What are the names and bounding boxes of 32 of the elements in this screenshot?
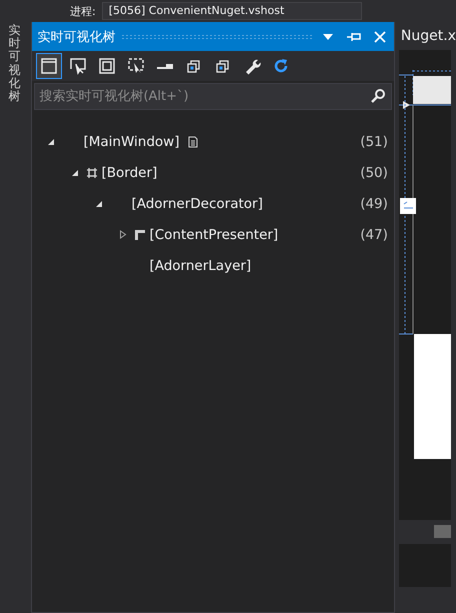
window-icon bbox=[40, 57, 58, 75]
expanded-arrow-icon[interactable] bbox=[95, 200, 104, 208]
caret-icon bbox=[322, 34, 333, 40]
tree-node-label[interactable]: [AdornerDecorator] bbox=[131, 196, 263, 212]
tree-node-label[interactable]: [AdornerLayer] bbox=[149, 258, 252, 274]
presenter-icon bbox=[134, 228, 146, 240]
collapsed-arrow-icon[interactable] bbox=[119, 230, 128, 239]
pin-icon bbox=[346, 32, 361, 42]
descendant-count: (49) bbox=[360, 196, 388, 212]
bar-icon bbox=[157, 64, 174, 68]
descendant-count: (51) bbox=[360, 134, 388, 150]
search-field[interactable]: 搜索实时可视化树(Alt+`) bbox=[34, 83, 392, 110]
pointer-icon bbox=[69, 57, 88, 75]
frame-icon bbox=[98, 57, 116, 75]
descendant-count: (47) bbox=[360, 226, 388, 242]
panel-title: 实时可视化树 bbox=[37, 28, 116, 46]
close-icon bbox=[374, 30, 386, 42]
tree-node-label[interactable]: [MainWindow] bbox=[83, 134, 180, 150]
document-icon bbox=[187, 136, 200, 148]
process-label: 进程: bbox=[70, 4, 96, 18]
border-icon bbox=[86, 166, 98, 178]
tree-node-label[interactable]: [ContentPresenter] bbox=[149, 226, 278, 242]
tree-node-label[interactable]: [Border] bbox=[101, 164, 158, 180]
search-icon bbox=[370, 88, 386, 104]
selection-icon bbox=[127, 57, 146, 75]
expanded-arrow-icon[interactable] bbox=[47, 138, 56, 146]
expanded-arrow-icon[interactable] bbox=[71, 168, 80, 176]
descendant-count: (50) bbox=[360, 164, 388, 180]
process-dropdown[interactable]: [5056] ConvenientNuget.vshost bbox=[102, 2, 362, 20]
document-tab[interactable]: Nuget.x bbox=[398, 22, 456, 50]
toolbar-button[interactable] bbox=[36, 53, 62, 79]
side-tab[interactable]: 实时可视化树 bbox=[8, 24, 21, 104]
